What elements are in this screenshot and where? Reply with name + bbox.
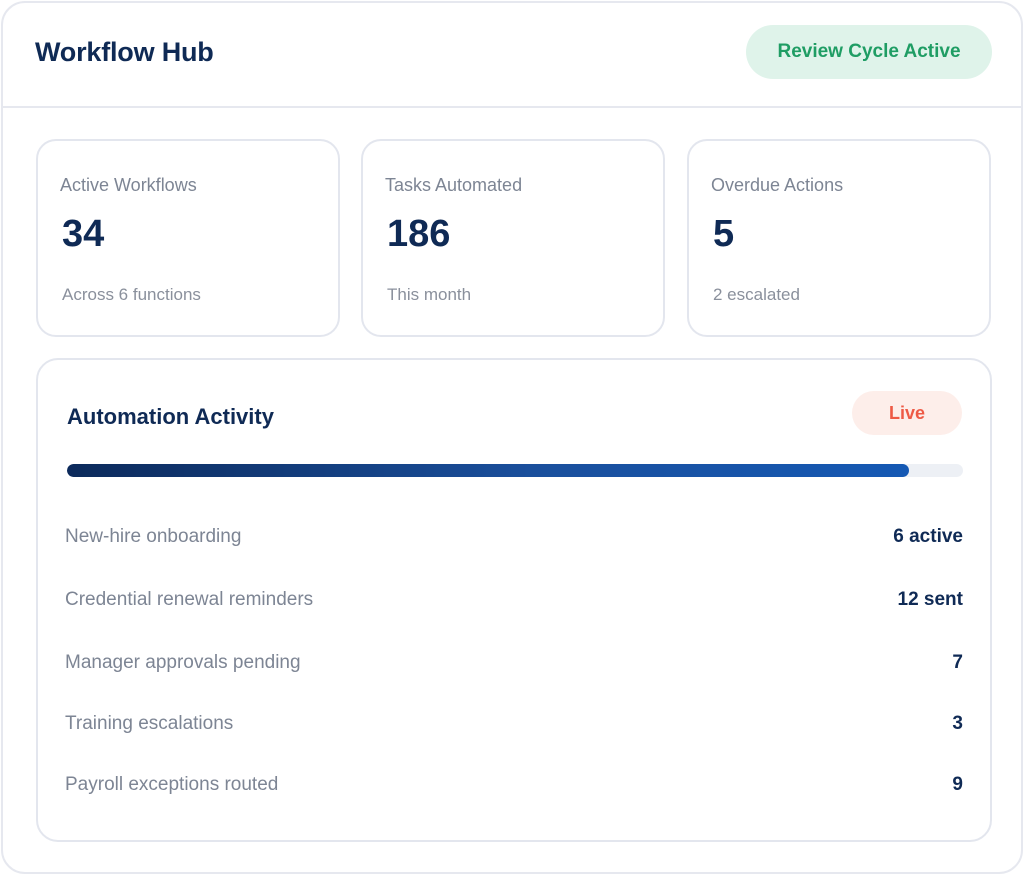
review-cycle-status-badge[interactable]: Review Cycle Active [746, 25, 992, 79]
page-title: Workflow Hub [35, 37, 214, 67]
automation-activity-card: Automation Activity Live New-hire onboar… [36, 358, 992, 842]
row-label: Credential renewal reminders [65, 589, 314, 610]
row-label: Payroll exceptions routed [65, 774, 279, 795]
row-value: 6 active [893, 526, 963, 547]
stat-subtext: Across 6 functions [62, 285, 201, 304]
workflow-hub-panel: Workflow Hub Review Cycle Active Active … [1, 1, 1023, 874]
live-status-badge[interactable]: Live [852, 391, 962, 435]
row-value: 7 [952, 652, 963, 673]
list-item[interactable]: Credential renewal reminders 12 sent [65, 585, 963, 615]
row-label: Training escalations [65, 713, 234, 734]
section-title: Automation Activity [67, 404, 274, 429]
stat-card-tasks-automated[interactable]: Tasks Automated 186 This month [361, 139, 665, 337]
stat-card-active-workflows[interactable]: Active Workflows 34 Across 6 functions [36, 139, 340, 337]
row-value: 3 [952, 713, 963, 734]
stat-value: 34 [62, 213, 105, 255]
activity-progress-fill [67, 464, 910, 477]
stat-card-overdue-actions[interactable]: Overdue Actions 5 2 escalated [687, 139, 991, 337]
activity-progress-bar [67, 464, 963, 477]
list-item[interactable]: Payroll exceptions routed 9 [65, 770, 963, 800]
row-value: 12 sent [897, 589, 963, 610]
row-value: 9 [952, 774, 963, 795]
list-item[interactable]: New-hire onboarding 6 active [65, 522, 963, 552]
stat-label: Tasks Automated [385, 175, 523, 195]
row-label: Manager approvals pending [65, 652, 301, 673]
stat-label: Active Workflows [60, 175, 197, 195]
stat-value: 186 [387, 213, 451, 255]
header: Workflow Hub Review Cycle Active [3, 3, 1021, 108]
stat-subtext: 2 escalated [713, 285, 800, 304]
stat-label: Overdue Actions [711, 175, 844, 195]
list-item[interactable]: Training escalations 3 [65, 709, 963, 739]
stat-value: 5 [713, 213, 735, 255]
stat-subtext: This month [387, 285, 472, 304]
list-item[interactable]: Manager approvals pending 7 [65, 648, 963, 678]
row-label: New-hire onboarding [65, 526, 242, 547]
